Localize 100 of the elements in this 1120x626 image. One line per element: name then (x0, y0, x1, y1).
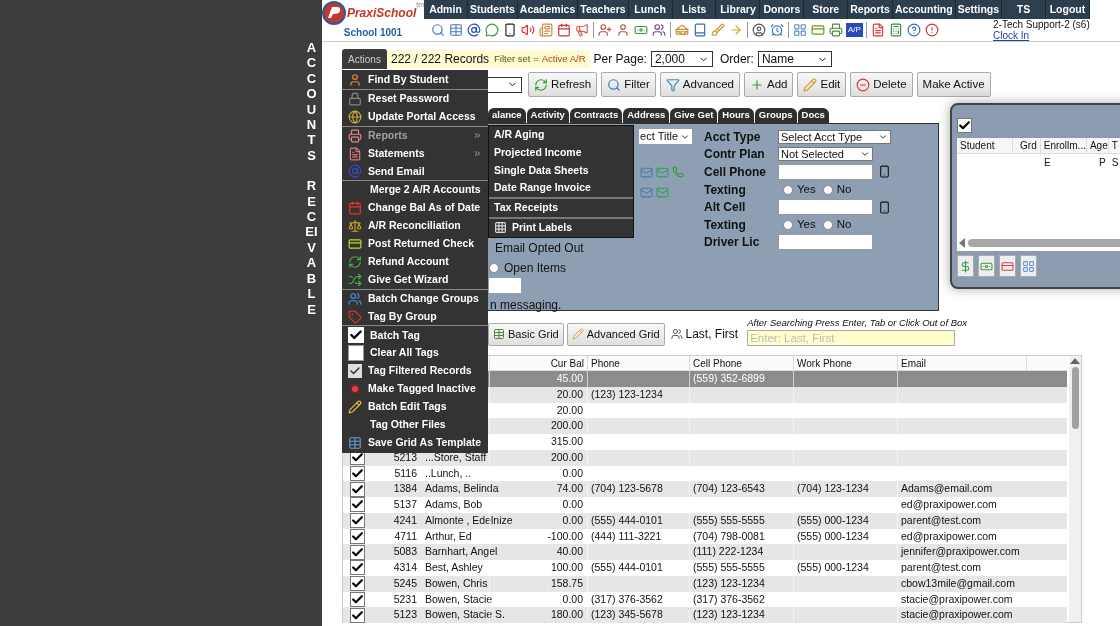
toolbar-button[interactable]: A/P (846, 23, 863, 37)
record-tab[interactable]: Groups (754, 108, 797, 123)
search-icon[interactable] (431, 23, 445, 37)
users-icon[interactable] (652, 23, 666, 37)
nav-item[interactable]: Store (804, 0, 849, 19)
nav-item[interactable]: Library (716, 0, 761, 19)
chat-icon[interactable] (485, 23, 499, 37)
input-field[interactable] (489, 278, 521, 293)
select-field[interactable]: Select Acct Type (778, 129, 891, 144)
menu-item[interactable]: Post Returned Check (342, 235, 488, 253)
panel-button[interactable] (978, 255, 995, 277)
input-field[interactable] (778, 234, 873, 251)
nav-item[interactable]: Lists (672, 0, 717, 19)
help-icon[interactable] (906, 23, 921, 37)
input-field[interactable] (778, 199, 873, 216)
radio-button[interactable] (822, 219, 833, 230)
alert-icon[interactable] (924, 23, 939, 37)
speaker-icon[interactable] (521, 23, 535, 37)
column-header[interactable]: Age (1086, 138, 1109, 153)
at-sign-icon[interactable] (467, 23, 481, 37)
newspaper-icon[interactable] (539, 23, 553, 37)
column-header[interactable]: Email (897, 356, 1026, 370)
menu-item[interactable]: A/R Reconciliation (342, 217, 488, 235)
nav-item[interactable]: Settings (955, 0, 1003, 19)
phone-icon[interactable] (878, 165, 891, 179)
checkbox[interactable] (349, 544, 365, 560)
horizontal-scrollbar[interactable] (959, 238, 1120, 248)
record-tab[interactable]: Docs (797, 108, 829, 123)
toolbar-button[interactable]: Edit (797, 72, 847, 97)
toolbar-button[interactable]: Refresh (528, 72, 598, 97)
radio-button[interactable] (783, 219, 793, 230)
submenu-item[interactable]: Date Range Invoice (489, 179, 633, 198)
column-header[interactable]: Grd (1013, 138, 1041, 153)
menu-item[interactable]: Merge 2 A/R Accounts (342, 181, 488, 200)
menu-item[interactable]: Update Portal Access (342, 107, 488, 126)
grid-row[interactable]: 1384 Adams, Belinda 74.00 (704) 123-5678 (704) 123-6543 (704) 123-1234 Adams@email.com (343, 481, 1067, 497)
nav-item[interactable]: Donors (760, 0, 805, 19)
nav-item[interactable]: Academics (517, 0, 579, 19)
scrollbar[interactable] (1069, 356, 1081, 622)
printer-icon[interactable] (829, 23, 843, 37)
banknote-icon[interactable] (634, 23, 648, 37)
document-icon[interactable] (870, 23, 885, 37)
nav-item[interactable]: TS (1002, 0, 1047, 19)
nav-item[interactable]: Lunch (628, 0, 673, 19)
submenu-item[interactable]: Tax Receipts (489, 199, 633, 217)
toolbar-button[interactable]: Filter (601, 72, 656, 97)
sandwich-icon[interactable] (675, 23, 689, 37)
checkbox[interactable] (349, 481, 365, 497)
grid-icon[interactable] (793, 23, 807, 37)
grid-row[interactable]: 5123 Bowen, Stacie S. 180.00 (123) 345-5678 (123) 123-1234 stacie@praxipower.com (343, 607, 1067, 623)
title-select[interactable]: ect Title (639, 129, 692, 144)
checkbox[interactable] (349, 497, 365, 513)
column-header[interactable]: Work Phone (793, 356, 897, 370)
submenu-item[interactable]: Projected Income (489, 143, 633, 162)
nav-item[interactable]: Accounting (892, 0, 956, 19)
open-items-radio[interactable] (489, 263, 499, 273)
grid-view-button[interactable]: Basic Grid (488, 322, 564, 346)
table-icon[interactable] (449, 23, 463, 37)
select-all-checkbox[interactable] (957, 118, 972, 133)
nav-item[interactable]: Reports (848, 0, 893, 19)
alarm-clock-icon[interactable] (770, 23, 784, 37)
phone-icon[interactable] (503, 23, 517, 37)
card-icon[interactable] (811, 23, 825, 37)
column-header[interactable]: Cell Phone (689, 356, 793, 370)
menu-item[interactable]: Batch Change Groups (342, 289, 488, 308)
toolbar-button[interactable]: Make Active (916, 72, 991, 97)
checkbox[interactable] (349, 607, 365, 623)
column-header[interactable]: Enrollm... (1040, 138, 1087, 153)
submenu-item[interactable]: Single Data Sheets (489, 161, 633, 180)
nav-item[interactable]: Students (467, 0, 518, 19)
menu-item[interactable]: Statements (342, 144, 488, 163)
nav-item[interactable]: Teachers (578, 0, 629, 19)
radio-button[interactable] (783, 184, 793, 195)
actions-tab[interactable]: Actions (342, 49, 387, 69)
checkbox[interactable] (349, 513, 365, 529)
record-tab[interactable]: Address (623, 108, 670, 123)
menu-item[interactable]: Find By Student (342, 71, 488, 89)
radio-button[interactable] (822, 184, 833, 195)
nav-item[interactable]: Admin (424, 0, 468, 19)
menu-item[interactable]: Reset Password (342, 89, 488, 108)
select-field[interactable]: Not Selected (778, 147, 873, 162)
menu-item[interactable]: Clear All Tags (342, 344, 488, 363)
menu-item[interactable]: Tag By Group (342, 307, 488, 326)
record-tab[interactable]: Activity (526, 108, 569, 123)
toolbar-button[interactable]: Add (744, 72, 794, 97)
panel-button[interactable] (1020, 255, 1037, 277)
phone-icon[interactable] (878, 200, 891, 214)
menu-item[interactable]: Give Get Wizard (342, 270, 488, 289)
grid-view-button[interactable]: Advanced Grid (566, 322, 665, 346)
calendar-icon[interactable] (557, 23, 571, 37)
nav-item[interactable]: Logout (1046, 0, 1090, 19)
record-tab[interactable]: alance (488, 108, 526, 123)
checkbox[interactable] (349, 576, 365, 592)
book-icon[interactable] (693, 23, 707, 37)
column-header[interactable]: Student (957, 138, 1014, 153)
search-field[interactable]: Enter: Last, First (747, 330, 956, 347)
clock-in-link[interactable]: Clock In (993, 30, 1090, 41)
megaphone-icon[interactable] (575, 23, 589, 37)
submenu-item[interactable]: A/R Aging (489, 126, 633, 144)
menu-item[interactable]: Batch Tag (342, 326, 488, 345)
